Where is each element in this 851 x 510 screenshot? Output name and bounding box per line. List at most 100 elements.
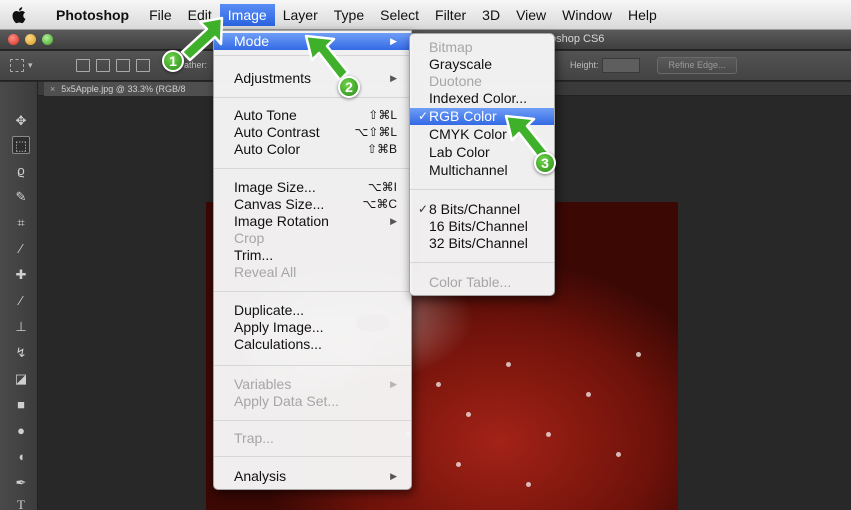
type-tool-icon[interactable]: T (12, 496, 30, 510)
menu-item-analysis[interactable]: Analysis ▶ (214, 468, 411, 485)
refine-edge-button[interactable]: Refine Edge... (657, 57, 737, 74)
menu-item-auto-tone[interactable]: Auto Tone ⇧⌘L (214, 107, 411, 124)
pen-tool-icon[interactable]: ✒ (12, 474, 30, 492)
menu-item-grayscale[interactable]: Grayscale (410, 56, 554, 73)
callout-step-2: 2 (300, 30, 366, 102)
menu-item-calculations[interactable]: Calculations... (214, 336, 411, 353)
dodge-tool-icon[interactable]: ◖ (12, 448, 30, 466)
menu-layer[interactable]: Layer (275, 4, 326, 26)
menu-item-reveal-all: Reveal All (214, 264, 411, 281)
menu-item-label: Apply Data Set... (234, 393, 340, 409)
menu-view[interactable]: View (508, 4, 554, 26)
menu-item-32-bits[interactable]: 32 Bits/Channel (410, 235, 554, 252)
intersect-selection-icon[interactable] (136, 59, 150, 72)
water-drop (456, 462, 461, 467)
menu-3d[interactable]: 3D (474, 4, 508, 26)
menu-item-8-bits[interactable]: ✓ 8 Bits/Channel (410, 201, 554, 218)
menu-item-label: Image Rotation (234, 213, 329, 229)
history-brush-tool-icon[interactable]: ↯ (12, 344, 30, 362)
menu-item-label: CMYK Color (429, 126, 507, 142)
menu-item-label: Multichannel (429, 162, 508, 178)
move-tool-icon[interactable]: ✥ (12, 112, 30, 130)
menu-item-label: 8 Bits/Channel (429, 201, 521, 217)
subtract-selection-icon[interactable] (116, 59, 130, 72)
menu-item-16-bits[interactable]: 16 Bits/Channel (410, 218, 554, 235)
menu-separator (214, 168, 411, 169)
menu-item-auto-color[interactable]: Auto Color ⇧⌘B (214, 141, 411, 158)
menu-item-duplicate[interactable]: Duplicate... (214, 302, 411, 319)
menu-separator (410, 189, 554, 190)
marquee-preset-icon[interactable] (10, 59, 24, 72)
menu-filter[interactable]: Filter (427, 4, 474, 26)
menu-window[interactable]: Window (554, 4, 620, 26)
lasso-tool-icon[interactable]: ϱ (12, 162, 30, 180)
brush-tool-icon[interactable]: ∕ (12, 292, 30, 310)
menu-item-crop: Crop (214, 230, 411, 247)
menu-separator (214, 420, 411, 421)
shortcut-label: ⇧⌘B (366, 142, 397, 156)
gradient-tool-icon[interactable]: ■ (12, 396, 30, 414)
menu-item-apply-data-set: Apply Data Set... (214, 393, 411, 410)
document-tab[interactable]: × 5x5Apple.jpg @ 33.3% (RGB/8 (44, 82, 224, 96)
menu-item-label: 16 Bits/Channel (429, 218, 528, 234)
menu-item-auto-contrast[interactable]: Auto Contrast ⌥⇧⌘L (214, 124, 411, 141)
close-window-button[interactable] (8, 34, 19, 45)
shortcut-label: ⌥⌘C (362, 197, 398, 211)
water-drop (546, 432, 551, 437)
submenu-arrow-icon: ▶ (390, 36, 397, 46)
shortcut-label: ⌥⇧⌘L (354, 125, 397, 139)
checkmark-icon: ✓ (418, 202, 429, 216)
crop-tool-icon[interactable]: ⌗ (12, 214, 30, 232)
minimize-window-button[interactable] (25, 34, 36, 45)
height-input[interactable] (602, 58, 640, 73)
shortcut-label: ⇧⌘L (368, 108, 397, 122)
menu-separator (410, 262, 554, 263)
menu-item-label: Trap... (234, 430, 274, 446)
app-title: oshop CS6 (550, 33, 605, 45)
water-drop (616, 452, 621, 457)
menu-item-label: Variables (234, 376, 292, 392)
menu-item-label: Duplicate... (234, 302, 305, 318)
menu-separator (214, 365, 411, 366)
add-to-selection-icon[interactable] (96, 59, 110, 72)
new-selection-icon[interactable] (76, 59, 90, 72)
menu-type[interactable]: Type (326, 4, 372, 26)
menu-photoshop[interactable]: Photoshop (48, 4, 141, 26)
menu-item-variables: Variables ▶ (214, 376, 411, 393)
quick-selection-tool-icon[interactable]: ✎ (12, 188, 30, 206)
eyedropper-tool-icon[interactable]: ⁄ (12, 240, 30, 258)
menu-item-label: Bitmap (429, 39, 473, 55)
menu-item-apply-image[interactable]: Apply Image... (214, 319, 411, 336)
tools-panel: ✥ ⬚ ϱ ✎ ⌗ ⁄ ✚ ∕ ⊥ ↯ ◪ ■ ● ◖ ✒ T (0, 82, 38, 510)
height-label: Height: (570, 60, 599, 70)
callout-step-3: 3 (500, 110, 570, 182)
menu-item-label: Auto Tone (234, 107, 297, 123)
clone-stamp-tool-icon[interactable]: ⊥ (12, 318, 30, 336)
water-drop (506, 362, 511, 367)
menu-item-label: Image Size... (234, 179, 316, 195)
blur-tool-icon[interactable]: ● (12, 422, 30, 440)
menu-help[interactable]: Help (620, 4, 665, 26)
menu-separator (214, 291, 411, 292)
mac-menu-bar: Photoshop File Edit Image Layer Type Sel… (0, 0, 851, 30)
eraser-tool-icon[interactable]: ◪ (12, 370, 30, 388)
menu-item-label: Lab Color (429, 144, 490, 160)
healing-brush-tool-icon[interactable]: ✚ (12, 266, 30, 284)
menu-select[interactable]: Select (372, 4, 427, 26)
menu-item-canvas-size[interactable]: Canvas Size... ⌥⌘C (214, 196, 411, 213)
menu-item-label: Color Table... (429, 274, 512, 290)
menu-item-image-size[interactable]: Image Size... ⌥⌘I (214, 179, 411, 196)
menu-item-trim[interactable]: Trim... (214, 247, 411, 264)
close-tab-icon[interactable]: × (50, 84, 55, 94)
zoom-window-button[interactable] (42, 34, 53, 45)
rectangular-marquee-tool-icon[interactable]: ⬚ (12, 136, 30, 154)
menu-item-image-rotation[interactable]: Image Rotation ▶ (214, 213, 411, 230)
menu-item-duotone: Duotone (410, 73, 554, 90)
submenu-arrow-icon: ▶ (390, 471, 397, 481)
menu-item-indexed-color[interactable]: Indexed Color... (410, 90, 554, 107)
menu-item-label: Auto Contrast (234, 124, 320, 140)
preset-dropdown-arrow-icon[interactable]: ▾ (28, 60, 33, 71)
menu-item-label: Trim... (234, 247, 274, 263)
menu-item-label: Grayscale (429, 56, 493, 72)
apple-icon[interactable] (12, 6, 28, 24)
